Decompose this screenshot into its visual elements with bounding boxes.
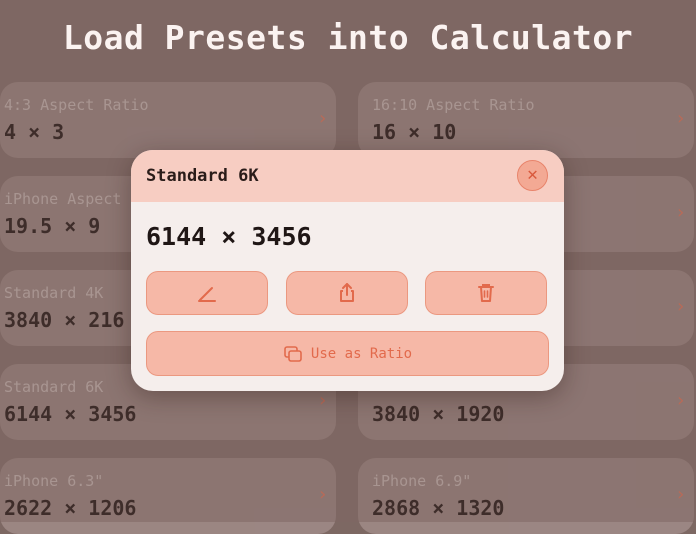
share-icon [340, 283, 354, 302]
copy-ratio-icon [284, 345, 302, 362]
dialog-resolution-value: 6144 × 3456 [146, 222, 312, 251]
dialog-header: Standard 6K ✕ [131, 150, 564, 202]
use-as-ratio-label: Use as Ratio [310, 345, 413, 362]
dialog-title: Standard 6K [146, 166, 259, 186]
preset-detail-dialog: Standard 6K ✕ 6144 × 3456 Use as Ratio [131, 150, 564, 391]
page-headline: Load Presets into Calculator [62, 18, 634, 57]
pencil-icon [198, 287, 216, 302]
trash-icon [478, 284, 494, 302]
edit-button[interactable] [146, 271, 268, 315]
close-button[interactable]: ✕ [517, 160, 548, 191]
close-icon: ✕ [527, 164, 538, 185]
share-button[interactable] [286, 271, 408, 315]
use-as-ratio-button[interactable]: Use as Ratio [146, 331, 549, 376]
delete-button[interactable] [425, 271, 547, 315]
